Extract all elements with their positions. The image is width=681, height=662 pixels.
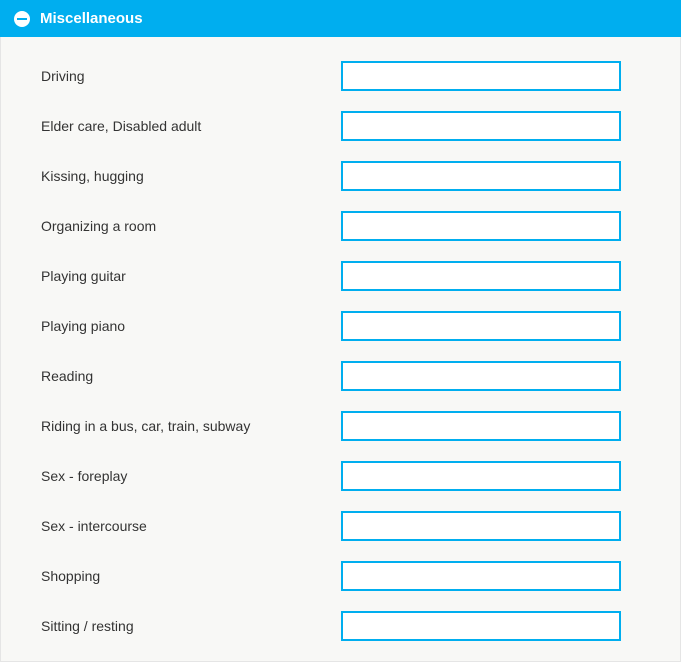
field-label-shopping: Shopping <box>23 568 341 584</box>
form-row: Sex - intercourse <box>23 501 658 551</box>
form-row: Organizing a room <box>23 201 658 251</box>
panel-body: Driving Elder care, Disabled adult Kissi… <box>0 37 681 662</box>
field-input-playing-piano[interactable] <box>341 311 621 341</box>
form-row: Kissing, hugging <box>23 151 658 201</box>
minus-circle-icon <box>14 11 30 27</box>
form-row: Elder care, Disabled adult <box>23 101 658 151</box>
form-row: Playing piano <box>23 301 658 351</box>
field-input-driving[interactable] <box>341 61 621 91</box>
field-input-playing-guitar[interactable] <box>341 261 621 291</box>
form-row: Playing guitar <box>23 251 658 301</box>
form-row: Sitting / resting <box>23 601 658 651</box>
field-input-elder-care[interactable] <box>341 111 621 141</box>
field-label-elder-care: Elder care, Disabled adult <box>23 118 341 134</box>
panel-header[interactable]: Miscellaneous <box>0 0 681 37</box>
form-row: Riding in a bus, car, train, subway <box>23 401 658 451</box>
field-label-sex-foreplay: Sex - foreplay <box>23 468 341 484</box>
field-label-kissing-hugging: Kissing, hugging <box>23 168 341 184</box>
form-row: Sex - foreplay <box>23 451 658 501</box>
field-label-playing-guitar: Playing guitar <box>23 268 341 284</box>
field-input-organizing-room[interactable] <box>341 211 621 241</box>
miscellaneous-panel: Miscellaneous Driving Elder care, Disabl… <box>0 0 681 662</box>
field-label-driving: Driving <box>23 68 341 84</box>
panel-title: Miscellaneous <box>40 10 143 27</box>
field-label-organizing-room: Organizing a room <box>23 218 341 234</box>
field-label-playing-piano: Playing piano <box>23 318 341 334</box>
field-label-sitting-resting: Sitting / resting <box>23 618 341 634</box>
form-row: Driving <box>23 51 658 101</box>
field-input-sex-foreplay[interactable] <box>341 461 621 491</box>
field-input-kissing-hugging[interactable] <box>341 161 621 191</box>
field-input-shopping[interactable] <box>341 561 621 591</box>
field-input-reading[interactable] <box>341 361 621 391</box>
form-row: Reading <box>23 351 658 401</box>
field-input-riding-transport[interactable] <box>341 411 621 441</box>
field-label-sex-intercourse: Sex - intercourse <box>23 518 341 534</box>
field-label-reading: Reading <box>23 368 341 384</box>
field-input-sex-intercourse[interactable] <box>341 511 621 541</box>
field-input-sitting-resting[interactable] <box>341 611 621 641</box>
field-label-riding-transport: Riding in a bus, car, train, subway <box>23 418 341 434</box>
form-row: Shopping <box>23 551 658 601</box>
